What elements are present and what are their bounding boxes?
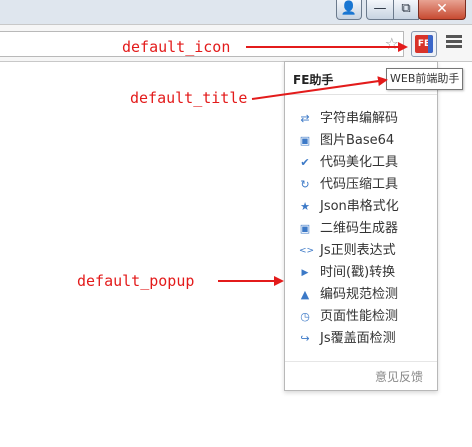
- play-icon: ▶: [301, 268, 309, 278]
- bookmark-star-icon[interactable]: ☆: [385, 34, 399, 54]
- menu-item-code-standards[interactable]: ▲ 编码规范检测: [285, 285, 437, 307]
- popup-menu-list: ⇄ 字符串编解码 ▣ 图片Base64 ✔ 代码美化工具 ↻ 代码压缩工具 ★ …: [285, 109, 437, 351]
- user-profile-button[interactable]: 👤: [336, 0, 362, 20]
- popup-footer-divider: [285, 361, 437, 362]
- qrcode-icon: ▣: [299, 222, 311, 235]
- menu-item-code-beautify[interactable]: ✔ 代码美化工具: [285, 153, 437, 175]
- user-icon: 👤: [340, 1, 358, 16]
- window-titlebar: 👤 — ⧉ ✕: [0, 0, 472, 24]
- minimize-button[interactable]: —: [366, 0, 394, 20]
- menu-item-image-base64[interactable]: ▣ 图片Base64: [285, 131, 437, 153]
- annotation-default-popup: default_popup: [77, 272, 195, 290]
- menu-item-page-performance[interactable]: ◷ 页面性能检测: [285, 307, 437, 329]
- star-icon: ★: [300, 200, 310, 213]
- check-icon: ✔: [300, 156, 310, 169]
- annotation-default-icon: default_icon: [122, 38, 231, 56]
- extension-popup: FE助手 ⇄ 字符串编解码 ▣ 图片Base64 ✔ 代码美化工具 ↻ 代码压缩…: [284, 61, 438, 391]
- browser-toolbar: ☆ FE: [0, 24, 472, 61]
- extension-button[interactable]: FE: [411, 31, 437, 57]
- menu-item-timestamp[interactable]: ▶ 时间(戳)转换: [285, 263, 437, 285]
- feedback-link[interactable]: 意见反馈: [375, 368, 423, 385]
- code-icon: <>: [299, 246, 315, 256]
- menu-item-js-regex[interactable]: <> Js正则表达式: [285, 241, 437, 263]
- refresh-icon: ↻: [300, 178, 310, 191]
- popup-divider: [285, 94, 437, 95]
- menu-item-label: Js覆盖面检测: [320, 331, 396, 346]
- extension-tooltip: WEB前端助手: [386, 68, 464, 90]
- menu-item-label: 页面性能检测: [320, 309, 399, 324]
- fe-helper-logo-icon: FE: [415, 35, 433, 53]
- menu-item-qrcode[interactable]: ▣ 二维码生成器: [285, 219, 437, 241]
- close-button[interactable]: ✕: [418, 0, 466, 20]
- restore-icon: ⧉: [401, 1, 411, 16]
- menu-item-label: 代码美化工具: [320, 155, 399, 170]
- menu-item-label: 图片Base64: [320, 133, 395, 148]
- share-arrow-icon: ↪: [300, 332, 310, 345]
- warning-icon: ▲: [300, 288, 310, 301]
- swap-arrows-icon: ⇄: [300, 112, 310, 125]
- close-icon: ✕: [436, 1, 448, 17]
- menu-item-label: Json串格式化: [320, 199, 399, 214]
- menu-item-label: 代码压缩工具: [320, 177, 399, 192]
- menu-item-code-compress[interactable]: ↻ 代码压缩工具: [285, 175, 437, 197]
- menu-item-label: 编码规范检测: [320, 287, 399, 302]
- menu-item-string-codec[interactable]: ⇄ 字符串编解码: [285, 109, 437, 131]
- hamburger-menu-icon[interactable]: [446, 35, 462, 49]
- minimize-icon: —: [373, 1, 387, 16]
- menu-item-label: 时间(戳)转换: [320, 265, 396, 280]
- menu-item-label: 字符串编解码: [320, 111, 399, 126]
- image-icon: ▣: [299, 134, 311, 147]
- menu-item-js-coverage[interactable]: ↪ Js覆盖面检测: [285, 329, 437, 351]
- menu-item-label: 二维码生成器: [320, 221, 399, 236]
- menu-item-label: Js正则表达式: [320, 243, 396, 258]
- menu-item-json-format[interactable]: ★ Json串格式化: [285, 197, 437, 219]
- clock-icon: ◷: [300, 310, 310, 323]
- popup-title: FE助手: [293, 73, 334, 87]
- annotation-default-title: default_title: [130, 89, 248, 107]
- maximize-button[interactable]: ⧉: [393, 0, 419, 20]
